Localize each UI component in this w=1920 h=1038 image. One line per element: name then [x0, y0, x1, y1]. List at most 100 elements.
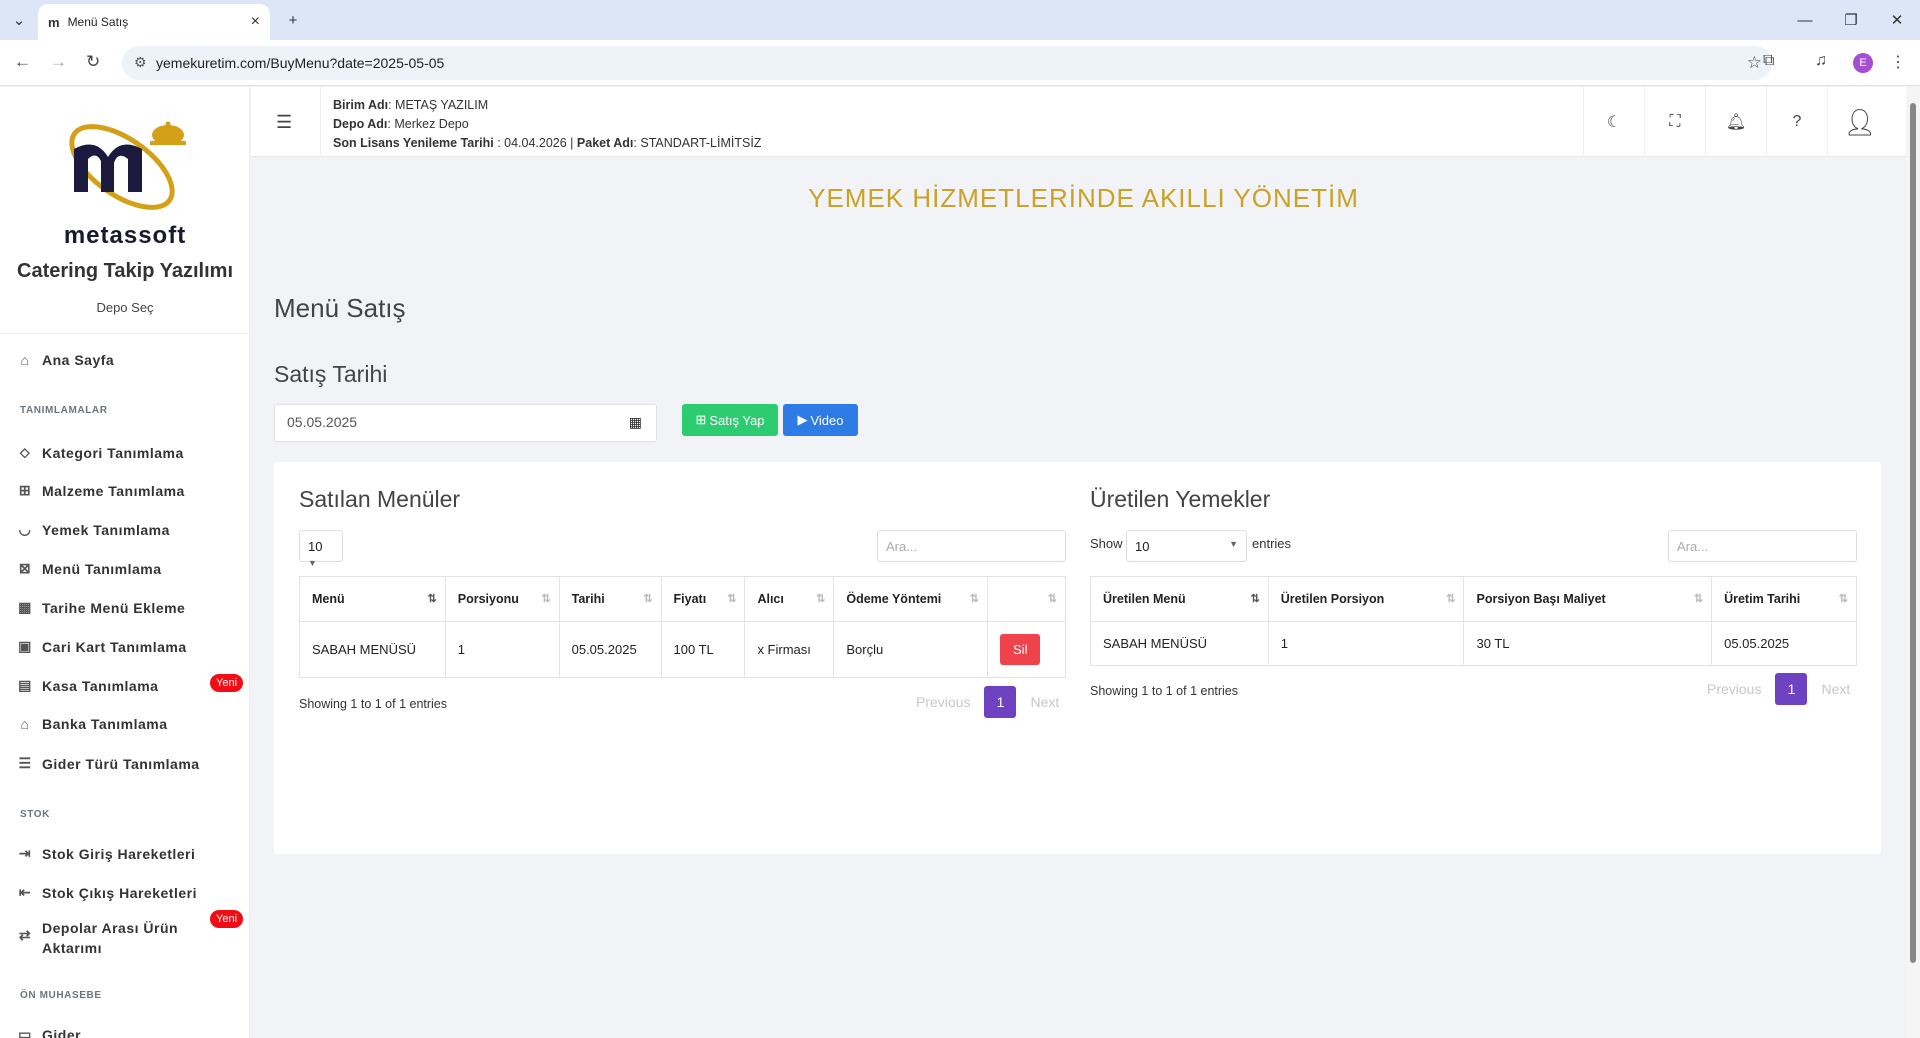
card-icon: ▣: [18, 638, 32, 654]
notification-bell-icon[interactable]: 🔔︎: [1705, 87, 1766, 157]
paket-label: Paket Adı: [576, 136, 634, 150]
sidebar-item-stok-giris[interactable]: ⇥ Stok Giriş Hareketleri: [14, 845, 195, 862]
sidebar-item-label: Yemek Tanımlama: [42, 521, 170, 538]
forward-icon[interactable]: →: [50, 52, 67, 72]
sort-icon: ⇅: [1693, 593, 1704, 605]
next-button[interactable]: Next: [1821, 681, 1850, 697]
sidebar-item-label: Kategori Tanımlama: [42, 444, 184, 461]
favicon-icon: m: [48, 14, 60, 30]
dark-mode-icon[interactable]: ☾: [1583, 87, 1644, 157]
depo-value: : Merkez Depo: [387, 117, 469, 131]
table-cell: 05.05.2025: [1711, 621, 1857, 666]
show-label: Show: [1090, 536, 1123, 551]
sidebar: metassoft Catering Takip Yazılımı Depo S…: [0, 87, 250, 1038]
license-info: Birim Adı: METAŞ YAZILIM Depo Adı: Merke…: [320, 87, 761, 157]
sidebar-item-malzeme[interactable]: ⊞ Malzeme Tanımlama: [14, 482, 185, 499]
satilan-page-length-select[interactable]: 10 ▼: [299, 530, 343, 568]
scrollbar-thumb[interactable]: [1910, 103, 1916, 963]
satilan-search-input[interactable]: Ara...: [877, 530, 1066, 562]
calendar-picker-icon[interactable]: ▦: [629, 414, 642, 431]
profile-avatar[interactable]: E: [1853, 53, 1873, 73]
close-window-icon[interactable]: ✕: [1874, 0, 1920, 40]
sort-icon: ⇅: [1838, 593, 1848, 605]
url-field[interactable]: ⚙ yemekuretim.com/BuyMenu?date=2025-05-0…: [122, 46, 1772, 80]
media-icon[interactable]: ♫: [1815, 52, 1827, 70]
tables-card: Satılan Menüler 10 ▼ Ara... Menü ⇅ Porsiy…: [274, 462, 1881, 854]
site-info-icon[interactable]: ⚙: [134, 54, 147, 71]
user-profile-icon[interactable]: 👤︎: [1827, 87, 1892, 157]
sidebar-item-home[interactable]: ⌂ Ana Sayfa: [14, 352, 114, 368]
sidebar-item-yemek[interactable]: ◡ Yemek Tanımlama: [14, 521, 170, 538]
paket-value: : STANDART-LİMİTSİZ: [633, 136, 762, 150]
minimize-icon[interactable]: —: [1782, 0, 1828, 40]
column-header[interactable]: Üretilen Porsiyon ⇅: [1267, 576, 1465, 622]
sidebar-item-depolar[interactable]: ⇄ Depolar Arası Ürün Aktarımı: [14, 918, 178, 958]
uretilen-search-input[interactable]: Ara...: [1668, 530, 1857, 562]
extensions-icon[interactable]: ⧉: [1763, 52, 1774, 70]
new-badge: Yeni: [210, 674, 244, 692]
sort-icon: ⇅: [427, 593, 437, 605]
column-header[interactable]: Üretim Tarihi ⇅: [1711, 576, 1857, 622]
sort-icon: ⇅: [1047, 593, 1057, 605]
restore-icon[interactable]: ❐: [1828, 0, 1874, 40]
hamburger-menu-icon[interactable]: ☰: [276, 112, 292, 133]
sort-icon: ⇅: [643, 593, 653, 605]
sil-button[interactable]: Sil: [1000, 634, 1041, 665]
sign-out-icon: ⇤: [18, 884, 32, 900]
home-icon: ⌂: [20, 352, 30, 368]
date-value: 05.05.2025: [287, 414, 358, 430]
sidebar-item-label: Menü Tanımlama: [42, 560, 162, 577]
sort-icon: ⇅: [816, 593, 826, 605]
sidebar-item-banka[interactable]: ⌂ Banka Tanımlama: [14, 716, 168, 732]
sidebar-item-gider[interactable]: ▭ Gider: [14, 1026, 81, 1038]
sidebar-item-label: Tarihe Menü Ekleme: [42, 599, 186, 616]
satilan-table: Menü ⇅ Porsiyonu ⇅ Tarihi ⇅ Fiyatı ⇅ Alıcı ⇅ …: [299, 576, 1066, 678]
date-input[interactable]: 05.05.2025 ▦: [274, 404, 657, 442]
sidebar-item-gider-turu[interactable]: ☰ Gider Türü Tanımlama: [14, 755, 200, 772]
column-header[interactable]: ⇅: [987, 576, 1066, 622]
sidebar-item-stok-cikis[interactable]: ⇤ Stok Çıkış Hareketleri: [14, 884, 197, 901]
page-scrollbar[interactable]: [1906, 87, 1920, 1038]
table-cell: Borçlu: [833, 621, 989, 678]
sort-icon: ⇅: [1250, 593, 1260, 605]
uretilen-table-info: Showing 1 to 1 of 1 entries: [1090, 684, 1239, 698]
column-header[interactable]: Ödeme Yöntemi ⇅: [833, 576, 989, 622]
page-1-button[interactable]: 1: [984, 686, 1017, 718]
help-icon[interactable]: ?: [1766, 87, 1827, 157]
back-icon[interactable]: ←: [14, 52, 31, 72]
column-header[interactable]: Alıcı ⇅: [744, 576, 835, 622]
new-tab-icon[interactable]: +: [270, 0, 316, 40]
column-header[interactable]: Porsiyon Başı Maliyet ⇅: [1463, 576, 1713, 622]
more-menu-icon[interactable]: ⋮: [1890, 52, 1906, 72]
sidebar-item-label: Cari Kart Tanımlama: [42, 638, 187, 655]
sidebar-item-tarihe-menu[interactable]: ▦ Tarihe Menü Ekleme: [14, 599, 185, 616]
length-value: 10: [308, 539, 323, 554]
bookmark-star-icon[interactable]: ☆: [1747, 53, 1762, 73]
cash-register-icon: ▤: [18, 677, 32, 693]
previous-button[interactable]: Previous: [916, 694, 970, 710]
satis-yap-button[interactable]: ⊞ Satış Yap: [682, 404, 778, 436]
column-header[interactable]: Üretilen Menü ⇅: [1090, 576, 1269, 622]
sidebar-item-kasa[interactable]: ▤ Kasa Tanımlama: [14, 677, 158, 694]
uretilen-page-length-select[interactable]: 10 ▼: [1126, 530, 1247, 562]
length-value: 10: [1135, 539, 1150, 554]
fullscreen-icon[interactable]: ⛶: [1644, 87, 1705, 157]
next-button[interactable]: Next: [1030, 694, 1059, 710]
sidebar-item-cari[interactable]: ▣ Cari Kart Tanımlama: [14, 638, 187, 655]
video-button[interactable]: ▶ Video: [783, 404, 858, 436]
satis-yap-label: Satış Yap: [709, 412, 765, 428]
column-header[interactable]: Tarihi ⇅: [558, 576, 662, 622]
column-header[interactable]: Menü ⇅: [299, 576, 446, 622]
depo-sec-link[interactable]: Depo Seç: [0, 300, 249, 315]
browser-tab[interactable]: m Menü Satış ×: [38, 4, 270, 40]
page-1-button[interactable]: 1: [1775, 673, 1808, 705]
previous-button[interactable]: Previous: [1707, 681, 1761, 697]
address-bar-row: ← → ↻ ⚙ yemekuretim.com/BuyMenu?date=202…: [0, 40, 1920, 86]
column-header[interactable]: Fiyatı ⇅: [660, 576, 746, 622]
tab-search-icon[interactable]: ⌄: [0, 0, 38, 40]
sidebar-item-kategori[interactable]: ⬦ Kategori Tanımlama: [14, 444, 184, 461]
close-tab-icon[interactable]: ×: [251, 13, 260, 31]
sidebar-item-menu[interactable]: ⊠ Menü Tanımlama: [14, 560, 162, 577]
column-header[interactable]: Porsiyonu ⇅: [444, 576, 560, 622]
reload-icon[interactable]: ↻: [86, 52, 100, 72]
